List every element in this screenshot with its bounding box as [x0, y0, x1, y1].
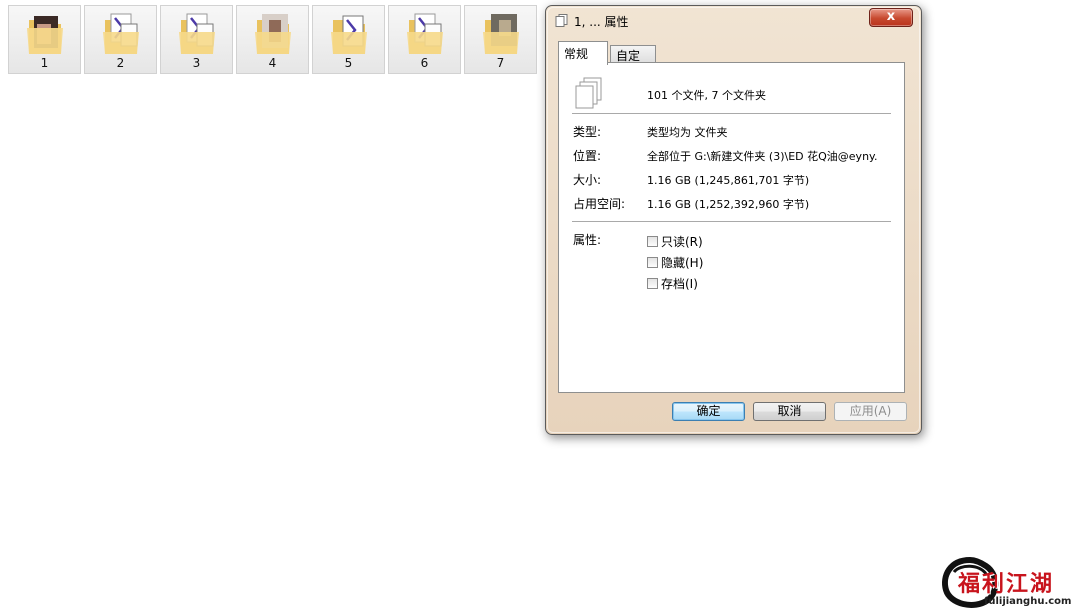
watermark-title: 福利江湖	[958, 571, 1055, 597]
folder-item[interactable]: 7	[464, 5, 537, 74]
dialog-title: 1, ... 属性	[574, 15, 629, 29]
properties-dialog: 1, ... 属性 x 常规 自定义 101 个文件, 7 个文件夹 类型: 类…	[545, 5, 922, 435]
desktop: 1 2 3 4 5 6 7 1, ... 属性 x 常规 自定 101 个文件,…	[0, 0, 1082, 612]
folder-label: 1	[40, 56, 49, 70]
hidden-label: 隐藏(H)	[661, 255, 704, 270]
archive-label: 存档(I)	[661, 276, 698, 291]
folder-item[interactable]: 1	[8, 5, 81, 74]
location-value: 全部位于 G:\新建文件夹 (3)\ED 花Q油@eyny.	[647, 150, 878, 163]
size-on-disk-value: 1.16 GB (1,252,392,960 字节)	[647, 198, 810, 211]
folder-item[interactable]: 4	[236, 5, 309, 74]
attributes-label: 属性:	[573, 233, 602, 247]
folder-strip: 1 2 3 4 5 6 7	[8, 5, 540, 75]
divider	[572, 113, 891, 114]
folder-label: 6	[420, 56, 429, 70]
folder-video-icon	[179, 13, 215, 54]
folder-item[interactable]: 5	[312, 5, 385, 74]
ok-button[interactable]: 确定	[672, 402, 745, 421]
size-value: 1.16 GB (1,245,861,701 字节)	[647, 174, 810, 187]
hidden-checkbox[interactable]	[647, 256, 658, 268]
folder-icon	[483, 14, 519, 54]
general-panel: 101 个文件, 7 个文件夹 类型: 类型均为 文件夹 位置: 全部位于 G:…	[558, 62, 905, 393]
folder-label: 5	[344, 56, 353, 70]
type-value: 类型均为 文件夹	[647, 126, 728, 139]
archive-checkbox[interactable]	[647, 277, 658, 289]
hidden-option[interactable]: 隐藏(H)	[647, 255, 704, 270]
folder-item[interactable]: 6	[388, 5, 461, 74]
folder-icon	[27, 16, 63, 54]
type-label: 类型:	[573, 125, 602, 139]
selection-summary: 101 个文件, 7 个文件夹	[647, 89, 766, 102]
folder-item[interactable]: 3	[160, 5, 233, 74]
tab-custom[interactable]: 自定义	[610, 45, 656, 80]
watermark-url: fulijianghu.com	[984, 596, 1072, 607]
location-label: 位置:	[573, 149, 602, 163]
files-icon	[555, 14, 568, 27]
folder-video-icon	[407, 13, 443, 54]
cancel-button[interactable]: 取消	[753, 402, 826, 421]
folder-video-icon	[331, 15, 367, 54]
readonly-label: 只读(R)	[661, 234, 703, 249]
archive-option[interactable]: 存档(I)	[647, 276, 698, 291]
apply-button[interactable]: 应用(A)	[834, 402, 907, 421]
folder-label: 3	[192, 56, 201, 70]
watermark-logo: 福利江湖 fulijianghu.com	[940, 554, 1080, 612]
folder-label: 4	[268, 56, 277, 70]
size-label: 大小:	[573, 173, 602, 187]
folder-video-icon	[103, 13, 139, 54]
divider	[572, 221, 891, 222]
close-button[interactable]: x	[869, 8, 913, 27]
folder-item[interactable]: 2	[84, 5, 157, 74]
folder-label: 2	[116, 56, 125, 70]
readonly-checkbox[interactable]	[647, 235, 658, 247]
size-on-disk-label: 占用空间:	[573, 197, 626, 211]
tab-general[interactable]: 常规	[558, 41, 608, 65]
multiple-files-icon	[575, 77, 602, 109]
folder-label: 7	[496, 56, 505, 70]
readonly-option[interactable]: 只读(R)	[647, 234, 703, 249]
folder-icon	[255, 14, 291, 54]
